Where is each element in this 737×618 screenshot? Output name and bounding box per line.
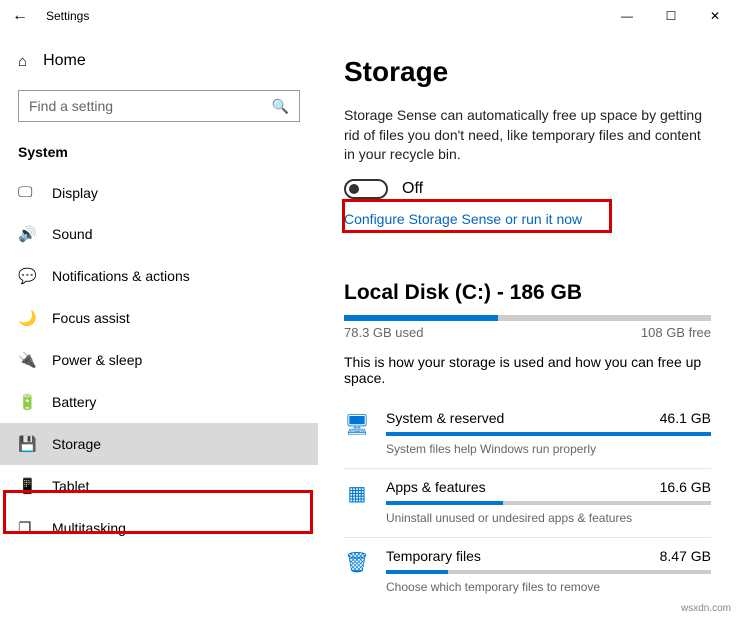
disk-title: Local Disk (C:) - 186 GB	[344, 281, 711, 305]
tablet-icon: 📱	[18, 477, 36, 495]
page-title: Storage	[344, 56, 711, 88]
category-size: 16.6 GB	[660, 479, 711, 495]
power-icon: 🔌	[18, 351, 36, 369]
apps-icon: ▦	[344, 479, 370, 506]
maximize-button[interactable]: ☐	[649, 0, 693, 32]
sidebar-item-focus-assist[interactable]: 🌙 Focus assist	[0, 297, 318, 339]
disk-usage-fill	[344, 315, 498, 321]
sidebar-item-label: Notifications & actions	[52, 268, 190, 284]
category-name: Apps & features	[386, 479, 486, 495]
storage-sense-description: Storage Sense can automatically free up …	[344, 106, 711, 165]
category-name: Temporary files	[386, 548, 481, 564]
sidebar-item-label: Display	[52, 185, 98, 201]
search-icon: 🔍	[272, 98, 289, 115]
notifications-icon: 💬	[18, 267, 36, 285]
content-pane: Storage Storage Sense can automatically …	[318, 32, 737, 618]
sidebar-item-label: Tablet	[52, 478, 89, 494]
category-temp-files[interactable]: 🗑 Temporary files 8.47 GB Choose which t…	[344, 538, 711, 606]
sidebar-item-battery[interactable]: 🔋 Battery	[0, 381, 318, 423]
watermark: wsxdn.com	[681, 603, 731, 614]
sidebar-item-notifications[interactable]: 💬 Notifications & actions	[0, 255, 318, 297]
window-title: Settings	[46, 9, 89, 23]
minimize-button[interactable]: —	[605, 0, 649, 32]
system-icon: 🖥	[344, 410, 370, 437]
home-icon: ⌂	[18, 53, 27, 70]
disk-free-label: 108 GB free	[641, 325, 711, 340]
category-hint: System files help Windows run properly	[386, 442, 711, 456]
category-hint: Uninstall unused or undesired apps & fea…	[386, 511, 711, 525]
category-size: 8.47 GB	[660, 548, 711, 564]
sidebar-item-power-sleep[interactable]: 🔌 Power & sleep	[0, 339, 318, 381]
sidebar-item-multitasking[interactable]: ❐ Multitasking	[0, 507, 318, 549]
search-input[interactable]: Find a setting 🔍	[18, 90, 300, 122]
sidebar-item-display[interactable]: 🖵 Display	[0, 172, 318, 213]
sidebar-item-label: Sound	[52, 226, 92, 242]
multitasking-icon: ❐	[18, 519, 36, 537]
focus-assist-icon: 🌙	[18, 309, 36, 327]
category-system-reserved[interactable]: 🖥 System & reserved 46.1 GB System files…	[344, 400, 711, 469]
close-button[interactable]: ✕	[693, 0, 737, 32]
disk-usage-bar	[344, 315, 711, 321]
usage-description: This is how your storage is used and how…	[344, 354, 711, 386]
section-title: System	[0, 136, 318, 172]
home-link[interactable]: ⌂ Home	[0, 42, 318, 80]
sidebar-item-label: Focus assist	[52, 310, 130, 326]
sidebar-item-tablet[interactable]: 📱 Tablet	[0, 465, 318, 507]
sidebar-item-sound[interactable]: 🔊 Sound	[0, 213, 318, 255]
configure-storage-sense-link[interactable]: Configure Storage Sense or run it now	[344, 207, 582, 231]
toggle-state-label: Off	[402, 180, 423, 198]
category-hint: Choose which temporary files to remove	[386, 580, 711, 594]
battery-icon: 🔋	[18, 393, 36, 411]
category-name: System & reserved	[386, 410, 504, 426]
sidebar-item-label: Power & sleep	[52, 352, 142, 368]
storage-sense-toggle[interactable]	[344, 179, 388, 199]
sound-icon: 🔊	[18, 225, 36, 243]
display-icon: 🖵	[18, 184, 36, 201]
disk-used-label: 78.3 GB used	[344, 325, 424, 340]
storage-icon: 💾	[18, 435, 36, 453]
sidebar-item-label: Storage	[52, 436, 101, 452]
home-label: Home	[43, 52, 86, 70]
back-button[interactable]: ←	[0, 7, 40, 25]
sidebar: ⌂ Home Find a setting 🔍 System 🖵 Display…	[0, 32, 318, 618]
trash-icon: 🗑	[344, 548, 370, 575]
sidebar-item-label: Battery	[52, 394, 96, 410]
category-size: 46.1 GB	[660, 410, 711, 426]
category-apps-features[interactable]: ▦ Apps & features 16.6 GB Uninstall unus…	[344, 469, 711, 538]
search-placeholder: Find a setting	[29, 98, 113, 114]
sidebar-item-storage[interactable]: 💾 Storage	[0, 423, 318, 465]
sidebar-item-label: Multitasking	[52, 520, 126, 536]
